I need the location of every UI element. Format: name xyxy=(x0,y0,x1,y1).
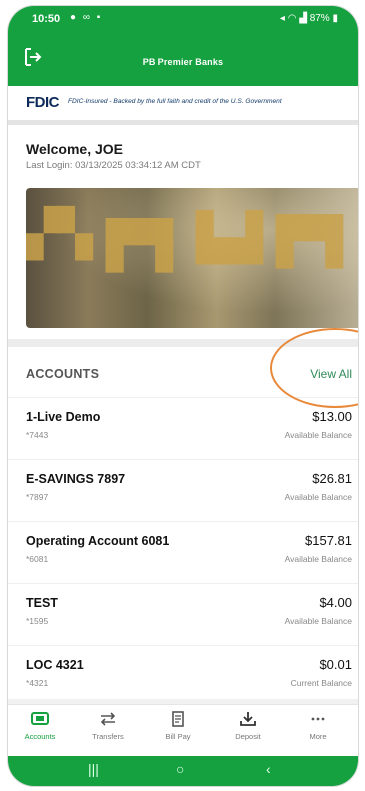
account-number: *6081 xyxy=(26,554,49,564)
account-number: *1595 xyxy=(26,616,49,626)
tab-label: Deposit xyxy=(235,732,261,741)
hero-image: ▞▚ ▛▜ ▙▟ ▛▜ xyxy=(26,188,358,328)
hero-logo-decoration: ▙▟ xyxy=(196,211,263,263)
tab-label: Transfers xyxy=(92,732,124,741)
battery-icon: ▮ xyxy=(332,13,338,24)
account-number: *7897 xyxy=(26,492,49,502)
balance-label: Available Balance xyxy=(284,554,352,564)
transfer-arrows-icon xyxy=(100,712,116,726)
balance-label: Available Balance xyxy=(284,430,352,440)
account-name: Operating Account 6081 xyxy=(26,534,170,548)
account-name: TEST xyxy=(26,596,58,610)
account-name: E-SAVINGS 7897 xyxy=(26,472,126,486)
fdic-banner: FDIC FDIC-Insured - Backed by the full f… xyxy=(8,86,358,125)
balance-label: Current Balance xyxy=(290,678,352,688)
account-balance: $13.00 xyxy=(312,409,352,424)
account-row[interactable]: Operating Account 6081 *6081 $157.81 Ava… xyxy=(8,521,358,584)
app-header: PB Premier Banks xyxy=(8,32,358,86)
system-nav-bar: ||| ○ ‹ xyxy=(8,756,358,786)
battery-percent: 87% xyxy=(309,13,330,24)
bottom-tab-bar: Accounts Transfers Bill Pay Deposit More xyxy=(8,704,358,757)
back-icon[interactable]: ‹ xyxy=(266,761,271,777)
deposit-icon xyxy=(240,712,256,726)
welcome-greeting: Welcome, JOE xyxy=(26,141,124,157)
status-time: 10:50 xyxy=(32,13,61,25)
recents-icon[interactable]: ||| xyxy=(88,761,99,777)
account-name: 1-Live Demo xyxy=(26,410,101,424)
tab-label: More xyxy=(309,732,327,741)
account-number: *4321 xyxy=(26,678,49,688)
account-balance: $0.01 xyxy=(319,657,352,672)
tab-deposit[interactable]: Deposit xyxy=(218,711,278,741)
hero-logo-decoration: ▛▜ xyxy=(106,219,173,271)
account-name: LOC 4321 xyxy=(26,658,84,672)
brand-name: Premier Banks xyxy=(157,57,224,67)
accounts-icon xyxy=(31,712,49,725)
hero-logo-decoration: ▞▚ xyxy=(26,207,93,259)
tab-label: Bill Pay xyxy=(165,732,191,741)
account-row[interactable]: E-SAVINGS 7897 *7897 $26.81 Available Ba… xyxy=(8,459,358,522)
more-dots-icon xyxy=(311,717,325,721)
brand-logo: PB Premier Banks xyxy=(8,57,358,67)
fdic-tagline: FDIC-Insured - Backed by the full faith … xyxy=(68,98,282,105)
notification-icons: ● ∞ ▪ xyxy=(70,12,103,23)
tab-accounts[interactable]: Accounts xyxy=(10,711,70,741)
accounts-title: ACCOUNTS xyxy=(26,367,100,381)
account-number: *7443 xyxy=(26,430,49,440)
home-icon[interactable]: ○ xyxy=(176,761,184,777)
brand-mark: PB xyxy=(142,57,156,67)
tab-label: Accounts xyxy=(24,732,56,741)
balance-label: Available Balance xyxy=(284,492,352,502)
last-login: Last Login: 03/13/2025 03:34:12 AM CDT xyxy=(26,160,201,171)
tab-transfers[interactable]: Transfers xyxy=(78,711,138,741)
account-balance: $4.00 xyxy=(319,595,352,610)
phone-screen: 10:50 ● ∞ ▪ ◂ ◠ ▟ 87% ▮ PB Premier Banks … xyxy=(8,6,358,786)
account-row[interactable]: 1-Live Demo *7443 $13.00 Available Balan… xyxy=(8,397,358,460)
account-balance: $157.81 xyxy=(305,533,352,548)
account-row[interactable]: LOC 4321 *4321 $0.01 Current Balance xyxy=(8,645,358,708)
account-row[interactable]: TEST *1595 $4.00 Available Balance xyxy=(8,583,358,646)
tab-bill-pay[interactable]: Bill Pay xyxy=(148,711,208,741)
welcome-card: Welcome, JOE Last Login: 03/13/2025 03:3… xyxy=(8,125,358,339)
status-right: ◂ ◠ ▟ 87% ▮ xyxy=(280,13,338,24)
signal-icon: ◂ ◠ ▟ xyxy=(279,13,307,24)
hero-logo-decoration: ▛▜ xyxy=(276,215,343,267)
fdic-logo: FDIC xyxy=(26,94,60,111)
account-balance: $26.81 xyxy=(312,471,352,486)
status-bar: 10:50 ● ∞ ▪ ◂ ◠ ▟ 87% ▮ xyxy=(8,6,358,32)
bill-icon xyxy=(172,711,184,727)
tab-more[interactable]: More xyxy=(288,711,348,741)
balance-label: Available Balance xyxy=(284,616,352,626)
